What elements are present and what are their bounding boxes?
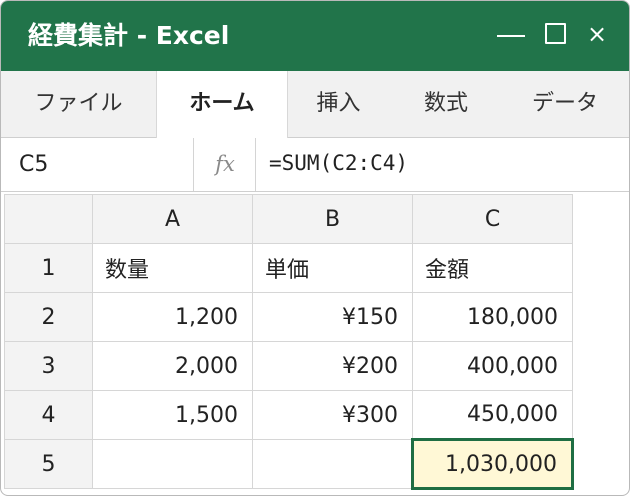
window-title: 経費集計 - Excel bbox=[28, 21, 230, 50]
fx-icon[interactable]: fx bbox=[195, 138, 256, 191]
row-header-1[interactable]: 1 bbox=[4, 243, 93, 293]
cell-b3[interactable]: ¥200 bbox=[252, 341, 413, 391]
cell-a4[interactable]: 1,500 bbox=[92, 390, 253, 440]
cell-c1[interactable]: 金額 bbox=[412, 243, 573, 293]
column-header-a[interactable]: A bbox=[92, 194, 253, 244]
row-header-4[interactable]: 4 bbox=[4, 390, 93, 440]
select-all-corner[interactable] bbox=[4, 194, 93, 244]
minimize-icon[interactable] bbox=[497, 35, 525, 37]
tab-insert[interactable]: 挿入 bbox=[286, 71, 391, 137]
cell-c3[interactable]: 400,000 bbox=[412, 341, 573, 391]
cell-b2[interactable]: ¥150 bbox=[252, 292, 413, 342]
row-header-3[interactable]: 3 bbox=[4, 341, 93, 391]
cell-b1[interactable]: 単価 bbox=[252, 243, 413, 293]
cell-c2[interactable]: 180,000 bbox=[412, 292, 573, 342]
name-box[interactable]: C5 bbox=[1, 138, 194, 191]
close-icon[interactable]: × bbox=[585, 19, 609, 49]
cell-c5-selected[interactable]: 1,030,000 bbox=[411, 438, 574, 490]
cell-a3[interactable]: 2,000 bbox=[92, 341, 253, 391]
cell-c4[interactable]: 450,000 bbox=[412, 390, 573, 440]
tab-formulas[interactable]: 数式 bbox=[391, 71, 501, 137]
tab-home[interactable]: ホーム bbox=[156, 71, 288, 138]
cell-b4[interactable]: ¥300 bbox=[252, 390, 413, 440]
spreadsheet-grid: A B C 1 数量 単価 金額 2 1,200 ¥150 180,000 3 … bbox=[4, 194, 574, 490]
row-header-5[interactable]: 5 bbox=[4, 439, 93, 489]
row-header-2[interactable]: 2 bbox=[4, 292, 93, 342]
column-header-c[interactable]: C bbox=[412, 194, 573, 244]
cell-a2[interactable]: 1,200 bbox=[92, 292, 253, 342]
cell-a1[interactable]: 数量 bbox=[92, 243, 253, 293]
cell-a5[interactable] bbox=[92, 439, 253, 489]
cell-b5[interactable] bbox=[252, 439, 413, 489]
excel-window: 経費集計 - Excel × ファイル ホーム 挿入 数式 データ C5 fx … bbox=[0, 0, 630, 496]
formula-bar: C5 fx =SUM(C2:C4) bbox=[1, 138, 629, 192]
maximize-icon[interactable] bbox=[545, 23, 566, 44]
ribbon-tabs: ファイル ホーム 挿入 数式 データ bbox=[1, 71, 629, 138]
tab-file[interactable]: ファイル bbox=[1, 71, 156, 137]
column-header-b[interactable]: B bbox=[252, 194, 413, 244]
tab-data[interactable]: データ bbox=[501, 71, 629, 137]
formula-input[interactable]: =SUM(C2:C4) bbox=[269, 138, 408, 191]
title-bar: 経費集計 - Excel × bbox=[1, 1, 629, 71]
